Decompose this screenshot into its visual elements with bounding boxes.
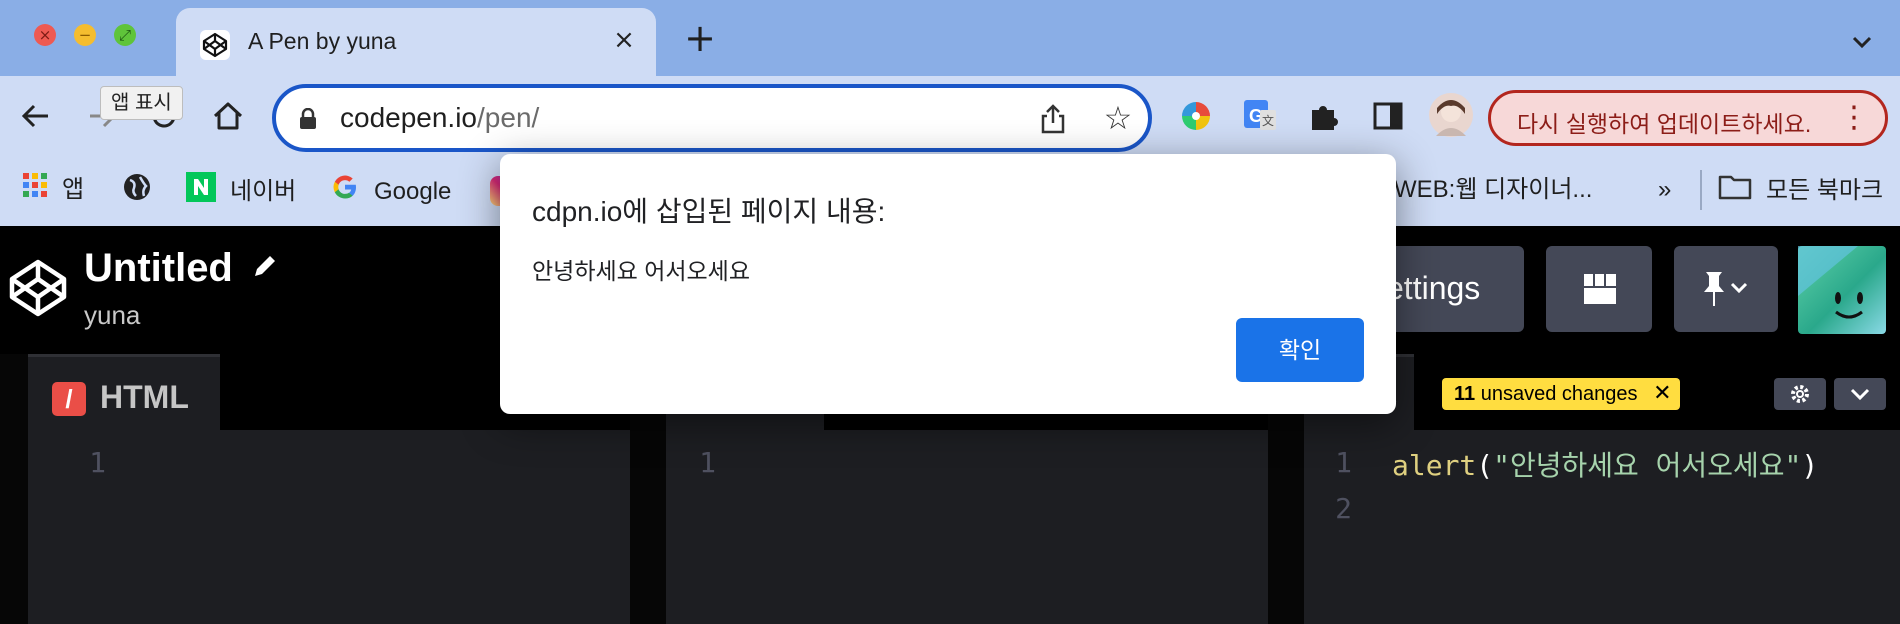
alert-dialog: cdpn.io에 삽입된 페이지 내용: 안녕하세요 어서오세요 확인 (500, 154, 1396, 414)
google-icon (330, 172, 360, 213)
codepen-logo-icon[interactable] (6, 256, 70, 320)
tab-html[interactable]: / HTML (28, 354, 220, 430)
url-host: codepen.io (340, 102, 478, 133)
apps-tooltip: 앱 표시 (100, 86, 183, 120)
bookmark-label: 모든 북마크 (1766, 176, 1884, 204)
close-icon[interactable]: ✕ (1653, 378, 1671, 410)
share-icon[interactable] (1036, 102, 1070, 136)
bookmark-label: 앱 (62, 176, 85, 203)
unsaved-text: unsaved changes (1480, 383, 1638, 405)
browser-titlebar: × − ⤢ A Pen by yuna × + (0, 0, 1900, 76)
editor-settings-button[interactable] (1774, 378, 1826, 410)
dialog-message: 안녕하세요 어서오세요 (532, 258, 750, 284)
code-paren: ) (1801, 449, 1819, 482)
bookmark-star-icon[interactable]: ☆ (1100, 100, 1136, 136)
line-number: 2 (1335, 492, 1352, 525)
code-function: alert (1392, 449, 1477, 482)
tab-title: A Pen by yuna (248, 28, 397, 54)
editor-collapse-button[interactable] (1834, 378, 1886, 410)
codepen-icon (200, 30, 230, 60)
html-label: HTML (100, 379, 189, 415)
address-bar[interactable]: codepen.io/pen/ ☆ (272, 84, 1152, 152)
bookmark-label: 네이버 (230, 177, 297, 205)
svg-text:文: 文 (1262, 113, 1274, 128)
code-paren: ( (1476, 449, 1494, 482)
bookmarks-overflow-button[interactable]: » (1658, 172, 1671, 208)
url-path: /pen/ (477, 102, 540, 133)
home-icon[interactable] (206, 94, 250, 138)
unsaved-changes-badge[interactable]: 11 unsaved changes ✕ (1442, 378, 1680, 410)
lock-icon[interactable] (298, 107, 318, 130)
window-maximize-button[interactable]: ⤢ (114, 24, 136, 46)
profile-avatar[interactable] (1428, 92, 1474, 138)
gear-icon (1791, 385, 1809, 403)
chevron-down-icon (1850, 388, 1870, 401)
bookmark-web-designer[interactable]: WEB:웹 디자이너... (1394, 172, 1592, 208)
bookmark-google[interactable]: Google (330, 172, 451, 208)
pencil-edit-icon[interactable] (250, 246, 280, 291)
color-picker-extension-icon[interactable] (1176, 96, 1216, 136)
settings-label: ettings (1386, 270, 1481, 306)
dialog-title: cdpn.io에 삽입된 페이지 내용: (532, 196, 886, 227)
bookmark-label: Google (374, 177, 452, 205)
line-number: 1 (89, 446, 106, 479)
apps-grid-icon (22, 172, 48, 209)
window-minimize-button[interactable]: − (74, 24, 96, 46)
update-chrome-button[interactable]: 다시 실행하여 업데이트하세요. ⋮ (1488, 90, 1888, 146)
naver-icon (186, 172, 216, 213)
tab-search-chevron-icon[interactable] (1842, 24, 1882, 60)
change-view-button[interactable] (1546, 246, 1652, 332)
new-tab-button[interactable]: + (680, 18, 720, 58)
overflow-chevron: » (1658, 176, 1672, 203)
pin-icon (1704, 272, 1748, 306)
code-string: "안녕하세요 어서오세요" (1493, 449, 1802, 482)
pen-title[interactable]: Untitled (84, 246, 280, 291)
line-number: 1 (699, 446, 716, 479)
extensions-puzzle-icon[interactable] (1304, 96, 1344, 136)
bookmark-all-bookmarks[interactable]: 모든 북마크 (1718, 172, 1883, 208)
pen-author[interactable]: yuna (84, 300, 140, 331)
layout-grid-icon (1584, 274, 1616, 304)
html-icon: / (52, 382, 86, 416)
tab-close-icon[interactable]: × (606, 22, 642, 58)
side-panel-icon[interactable] (1368, 96, 1408, 136)
user-avatar[interactable] (1798, 246, 1886, 334)
bookmark-naver[interactable]: 네이버 (186, 172, 296, 208)
folder-icon (1718, 172, 1752, 211)
line-number: 1 (1335, 446, 1352, 479)
back-arrow-icon[interactable] (14, 94, 58, 138)
unsaved-count: 11 (1454, 383, 1476, 405)
ok-button[interactable]: 확인 (1236, 318, 1364, 382)
globe-icon (122, 172, 152, 213)
bookmark-globe[interactable] (122, 172, 166, 208)
google-translate-extension-icon[interactable]: G文 (1240, 96, 1280, 136)
url-text[interactable]: codepen.io/pen/ (340, 102, 539, 134)
browser-tab[interactable]: A Pen by yuna × (176, 8, 656, 76)
settings-button[interactable]: ettings (1382, 246, 1524, 332)
pin-button[interactable] (1674, 246, 1778, 332)
bookmarks-divider (1700, 170, 1702, 210)
update-label: 다시 실행하여 업데이트하세요. (1517, 111, 1812, 137)
js-code-line[interactable]: alert("안녕하세요 어서오세요") (1392, 444, 1818, 484)
chrome-menu-icon[interactable]: ⋮ (1839, 101, 1869, 135)
bookmark-label: WEB:웹 디자이너... (1394, 176, 1593, 203)
window-close-button[interactable]: × (34, 24, 56, 46)
bookmark-apps[interactable]: 앱 (22, 172, 84, 208)
